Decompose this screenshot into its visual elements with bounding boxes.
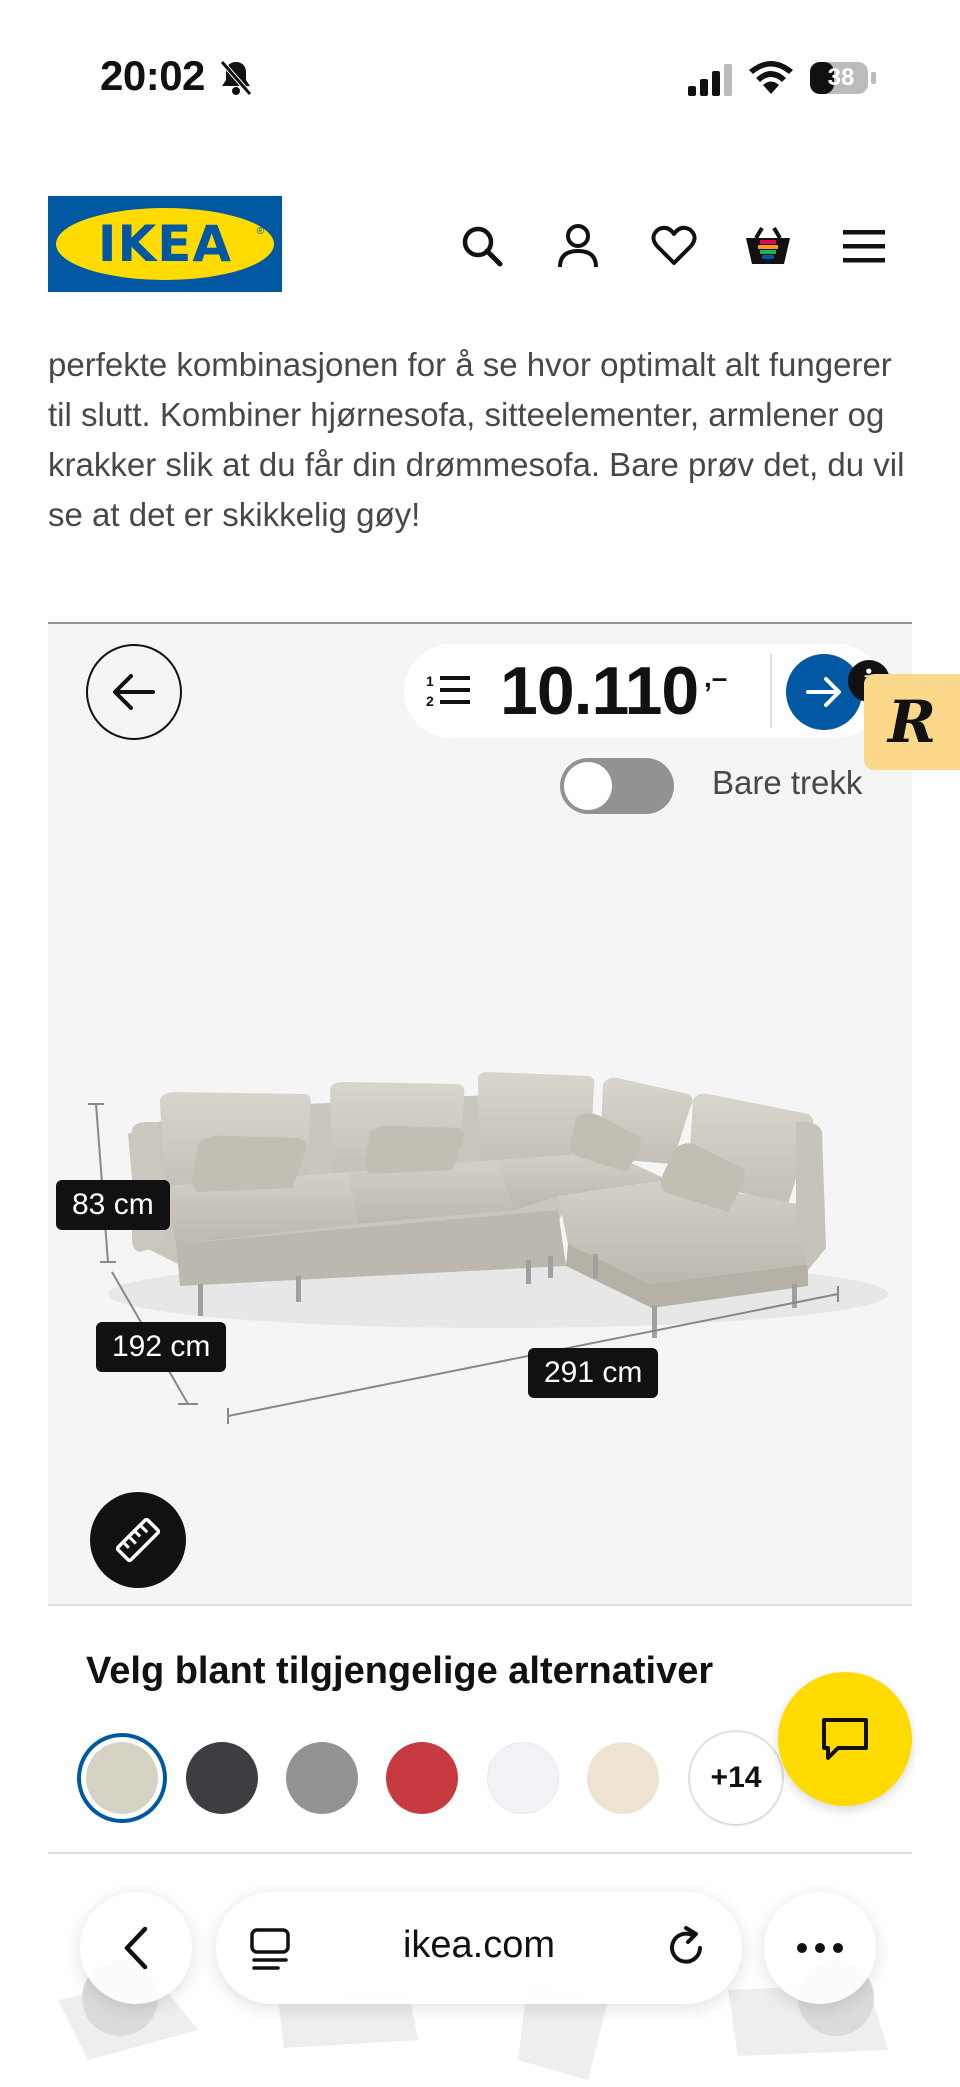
search-icon[interactable]: [456, 220, 508, 272]
price-suffix: ,–: [704, 662, 728, 693]
section-divider: [48, 1852, 912, 1854]
arrow-right-icon: [806, 677, 841, 707]
more-dots-icon: [797, 1943, 843, 1953]
wifi-icon: [749, 61, 793, 94]
color-swatch[interactable]: [587, 1742, 659, 1814]
heart-icon[interactable]: [648, 220, 700, 272]
toggle-knob: [564, 762, 612, 810]
status-bar: 20:02 38: [0, 0, 960, 150]
height-dimension-label: 83 cm: [56, 1180, 170, 1230]
covers-only-toggle[interactable]: [560, 758, 674, 814]
battery-level: 38: [827, 64, 855, 91]
basket-icon[interactable]: [742, 220, 794, 272]
logo-registered-mark: ®: [256, 226, 264, 237]
chat-icon: [822, 1718, 868, 1760]
price-value: 10.110: [500, 653, 699, 729]
back-button[interactable]: [86, 644, 182, 740]
status-time: 20:02: [100, 52, 205, 99]
intro-text: perfekte kombinasjonen for å se hvor opt…: [48, 346, 905, 533]
price-divider: [770, 654, 772, 728]
chat-button[interactable]: [778, 1672, 912, 1806]
r-extension-badge[interactable]: R: [864, 674, 960, 770]
sofa-configurator: 1 2 10.110 ,– i Bare trekk 83 cm 192 cm …: [48, 622, 912, 1606]
logo-text: IKEA: [97, 215, 233, 273]
battery-icon: 38: [808, 60, 878, 96]
measure-button[interactable]: [90, 1492, 186, 1588]
arrow-left-icon: [113, 674, 155, 710]
svg-text:1: 1: [426, 673, 434, 689]
color-swatch[interactable]: [386, 1742, 458, 1814]
reload-icon[interactable]: [662, 1924, 710, 1972]
menu-icon[interactable]: [838, 220, 890, 272]
ikea-logo[interactable]: IKEA ®: [48, 196, 282, 292]
more-colors-button[interactable]: +14: [688, 1730, 784, 1826]
color-swatch[interactable]: [286, 1742, 358, 1814]
signal-icon: [688, 64, 732, 96]
color-swatch[interactable]: [86, 1742, 158, 1814]
covers-only-label: Bare trekk: [712, 764, 863, 801]
address-bar[interactable]: ikea.com: [216, 1892, 742, 2004]
chevron-left-icon: [124, 1926, 148, 1970]
browser-more-button[interactable]: [764, 1892, 876, 2004]
browser-back-button[interactable]: [80, 1892, 192, 2004]
site-header: IKEA ®: [0, 190, 960, 310]
depth-dimension-label: 192 cm: [96, 1322, 227, 1372]
numbered-list-icon: 1 2: [426, 673, 470, 709]
ruler-icon: [115, 1517, 161, 1563]
width-dimension-label: 291 cm: [528, 1348, 659, 1398]
account-icon[interactable]: [552, 220, 604, 272]
color-swatch[interactable]: [186, 1742, 258, 1814]
color-swatch[interactable]: [487, 1742, 559, 1814]
bell-muted-icon: [220, 60, 252, 96]
svg-text:2: 2: [426, 693, 434, 709]
alternatives-title: Velg blant tilgjengelige alternativer: [86, 1650, 714, 1692]
